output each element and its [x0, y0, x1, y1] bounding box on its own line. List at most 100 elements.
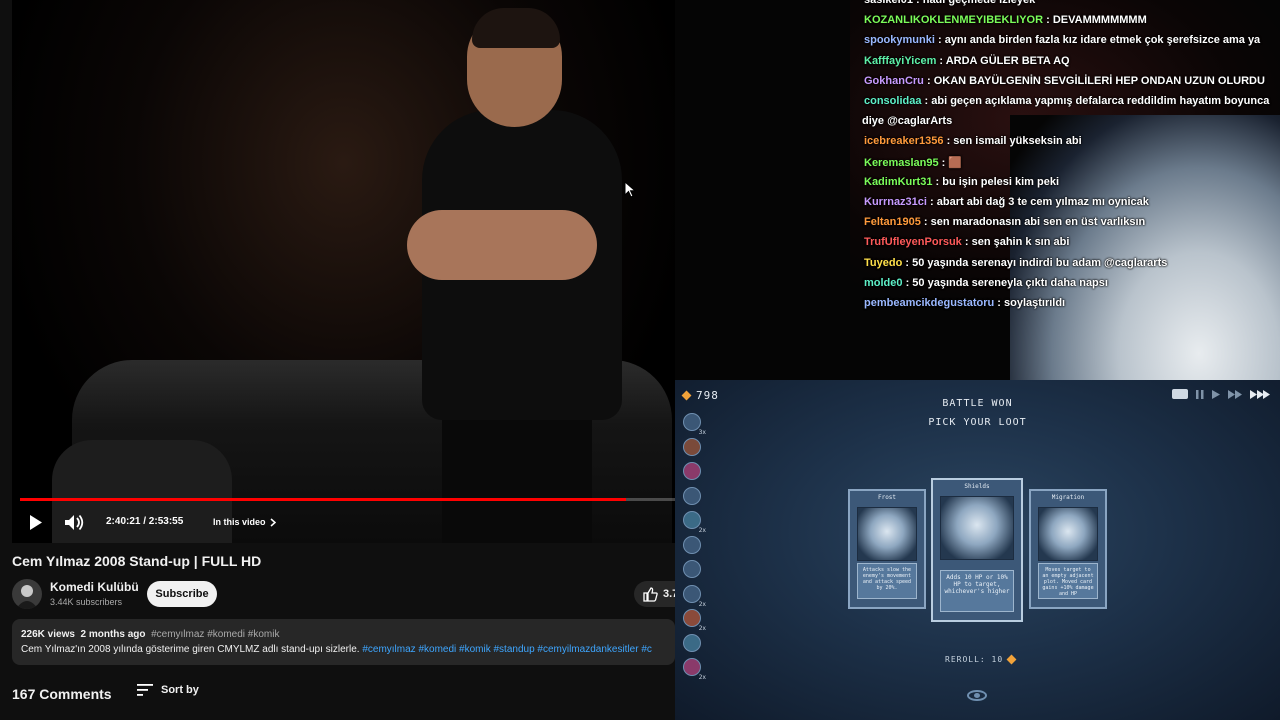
chat-separator: :	[936, 54, 946, 67]
chevron-right-icon	[270, 517, 276, 527]
chat-message: KadimKurt31 : bu işin pelesi kim peki	[864, 176, 1059, 188]
relic-icon[interactable]: 2x	[683, 609, 706, 632]
mouse-cursor-icon	[624, 181, 636, 198]
relic-count: 2x	[698, 674, 706, 681]
chat-text: bu işin pelesi kim peki	[942, 175, 1060, 188]
relic-count: 3x	[698, 429, 706, 436]
chat-text: 50 yaşında sereneyla çıktı daha napsı	[912, 276, 1108, 289]
sort-comments-button[interactable]: Sort by	[137, 684, 199, 696]
play-icon[interactable]	[29, 515, 43, 530]
chat-message: Kurrnaz31ci : abart abi dağ 3 te cem yıl…	[864, 196, 1149, 208]
chat-separator: :	[912, 0, 923, 6]
chat-username[interactable]: GokhanCru	[864, 75, 924, 87]
chat-message: Tuyedo : 50 yaşında serenayı indirdi bu …	[864, 257, 1167, 269]
chat-username[interactable]: spookymunki	[864, 34, 935, 46]
loot-card-shields[interactable]: Shields Adds 10 HP or 10% HP to target, …	[931, 478, 1023, 622]
description-text: Cem Yılmaz'ın 2008 yılında gösterime gir…	[21, 644, 360, 655]
loot-card-frost[interactable]: Frost Attacks slow the enemy's movement …	[848, 489, 926, 609]
video-player[interactable]	[12, 0, 675, 543]
chat-text: abi geçen açıklama yapmış defalarca redd…	[931, 95, 1270, 107]
chat-separator: :	[1043, 14, 1053, 27]
reroll-button[interactable]: REROLL: 10	[945, 654, 1017, 665]
relic-icon[interactable]: 2x	[683, 584, 706, 608]
chat-text: 🟫	[948, 156, 963, 169]
relic-icon[interactable]	[683, 535, 701, 554]
chat-text: diye @caglarArts	[862, 115, 953, 128]
eye-icon[interactable]	[967, 690, 987, 701]
chat-username[interactable]: Kurrnaz31ci	[864, 196, 927, 208]
channel-name[interactable]: Komedi Kulübü	[50, 580, 139, 594]
chat-message: spookymunki : aynı anda birden fazla kız…	[864, 34, 1260, 46]
chat-separator: :	[902, 276, 913, 289]
chat-message: Keremaslan95 : 🟫	[864, 156, 962, 169]
chat-message: Feltan1905 : sen maradonasın abi sen en …	[864, 216, 1145, 228]
in-this-video-label: In this video	[213, 517, 266, 527]
chat-separator: :	[902, 256, 913, 269]
relic-icon[interactable]: 2x	[683, 658, 706, 681]
chat-username[interactable]: molde0	[864, 277, 903, 289]
chat-message: KafffayiYicem : ARDA GÜLER BETA AQ	[864, 55, 1070, 67]
thumbs-up-icon	[643, 587, 658, 602]
chat-separator: :	[926, 196, 937, 208]
chat-text: sen şahin k sın abi	[971, 236, 1070, 249]
card-name: Frost	[877, 494, 897, 501]
card-art-shields	[940, 496, 1014, 560]
chat-separator: :	[932, 175, 943, 188]
description-hashtags[interactable]: #cemyılmaz #komedi #komik #standup #cemy…	[362, 644, 652, 655]
relic-icon[interactable]	[683, 462, 701, 480]
chat-username[interactable]: Feltan1905	[864, 216, 921, 228]
game-window: 798 BATTLE WON PICK YOUR LOOT 3x 2x 2x 2x 2x…	[675, 380, 1280, 720]
chat-separator: :	[923, 74, 934, 87]
video-progress-bar[interactable]	[20, 498, 675, 501]
chat-message: KOZANLIKOKLENMEYIBEKLIYOR : DEVAMMMMMMM	[864, 14, 1147, 26]
relic-icon[interactable]	[683, 486, 701, 505]
chat-text: nadi geçmede izleyek	[922, 0, 1036, 6]
sort-label: Sort by	[161, 684, 199, 696]
chat-text: OKAN BAYÜLGENİN SEVGİLİLERİ HEP ONDAN UZ…	[933, 74, 1265, 87]
chat-message: sasikel01 : nadi geçmede izleyek	[864, 0, 1035, 6]
chat-username[interactable]: sasikel01	[864, 0, 913, 6]
chat-username[interactable]: icebreaker1356	[864, 135, 944, 147]
description-box[interactable]: 226K views 2 months ago #cemyılmaz #kome…	[12, 619, 675, 665]
comments-count: 167 Comments	[12, 686, 112, 702]
in-this-video-button[interactable]: In this video	[213, 517, 276, 527]
chat-username[interactable]: Keremaslan95	[864, 157, 939, 169]
relic-icon[interactable]	[683, 633, 701, 652]
chat-message: GokhanCru : OKAN BAYÜLGENİN SEVGİLİLERİ …	[864, 75, 1265, 87]
loot-card-migration[interactable]: Migration Moves target to an empty adjac…	[1029, 489, 1107, 609]
relic-icon[interactable]: 2x	[683, 511, 706, 534]
channel-avatar[interactable]	[12, 579, 42, 609]
chat-separator: :	[961, 236, 972, 249]
sort-icon	[137, 684, 153, 696]
chat-username[interactable]: KadimKurt31	[864, 176, 932, 188]
stream-chat-overlay: sasikel01 : nadi geçmede izleyek KOZANLIK…	[675, 0, 1280, 380]
pick-loot-banner: PICK YOUR LOOT	[928, 417, 1027, 428]
chat-username[interactable]: KafffayiYicem	[864, 55, 936, 67]
chat-message: TrufUfleyenPorsuk : sen şahin k sın abi	[864, 236, 1069, 248]
video-performer-legs	[442, 410, 592, 543]
chat-text: soylaştırıldı	[1003, 297, 1066, 309]
chat-text: sen ismail yükseksin abi	[953, 135, 1082, 148]
chat-text: 50 yaşında serenayı indirdi bu adam @cag…	[912, 256, 1168, 269]
chat-username[interactable]: pembeamcikdegustatoru	[864, 297, 994, 309]
volume-icon[interactable]	[64, 514, 84, 531]
avatar-person-icon	[16, 585, 38, 609]
relic-icon[interactable]	[683, 560, 701, 578]
chat-text: ARDA GÜLER BETA AQ	[945, 54, 1070, 67]
chat-username[interactable]: TrufUfleyenPorsuk	[864, 236, 962, 248]
relic-count: 2x	[698, 625, 706, 632]
subscribe-button[interactable]: Subscribe	[147, 581, 217, 607]
chat-text: sen maradonasın abi sen en üst varlıksın	[930, 216, 1146, 229]
relic-icon[interactable]: 3x	[683, 413, 706, 436]
chat-username[interactable]: KOZANLIKOKLENMEYIBEKLIYOR	[864, 14, 1043, 26]
chat-username[interactable]: consolidaa	[864, 95, 921, 107]
upload-age: 2 months ago	[80, 629, 146, 640]
subscriber-count: 3.44K subscribers	[50, 597, 123, 607]
chat-separator: :	[938, 156, 949, 169]
relic-icon[interactable]	[683, 437, 701, 456]
chat-separator: :	[921, 95, 932, 107]
card-art-frost	[857, 507, 917, 561]
chat-text: DEVAMMMMMMM	[1052, 14, 1147, 27]
meta-hashtags[interactable]: #cemyılmaz #komedi #komik	[151, 629, 279, 640]
chat-username[interactable]: Tuyedo	[864, 257, 902, 269]
